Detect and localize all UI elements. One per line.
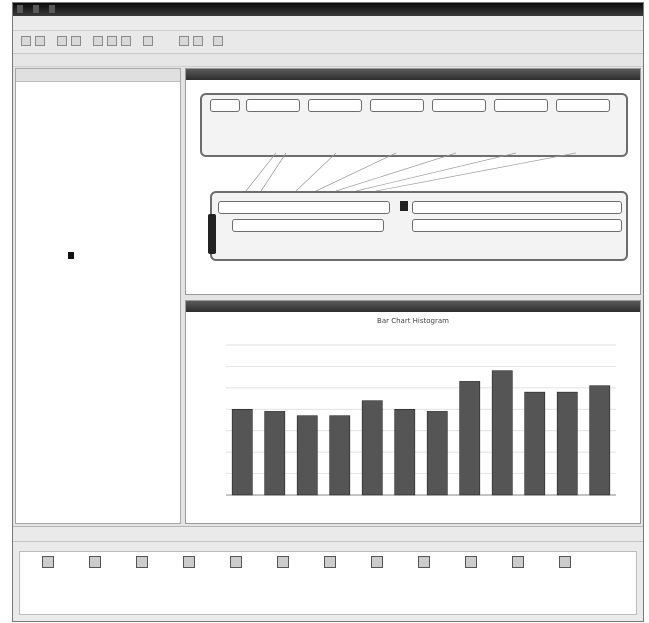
chart-panel: Bar Chart Histogram: [185, 300, 641, 524]
tool-button[interactable]: [402, 556, 446, 574]
window-title-1: [17, 5, 23, 13]
bar[interactable]: [296, 415, 318, 496]
open-icon[interactable]: [35, 36, 45, 46]
calc-icon: [465, 556, 477, 568]
bar[interactable]: [556, 391, 578, 496]
loop-icon: [559, 556, 571, 568]
tool-button[interactable]: [167, 556, 211, 574]
link-icon: [400, 201, 408, 211]
bottom-tab[interactable]: [391, 529, 399, 539]
top-group[interactable]: [200, 93, 628, 157]
top-field[interactable]: [370, 99, 424, 112]
bottom-tab[interactable]: [453, 529, 461, 539]
chart-panel-header: [186, 301, 640, 312]
top-subfield: [308, 125, 360, 136]
top-group-handle[interactable]: [210, 99, 240, 112]
zoom-icon[interactable]: [213, 36, 223, 46]
group-marker: [208, 214, 216, 254]
window-title-3: [49, 5, 55, 13]
top-subfield: [370, 125, 422, 136]
report-icon: [512, 556, 524, 568]
bar[interactable]: [491, 370, 513, 496]
bottom-tab[interactable]: [267, 529, 275, 539]
bottom-tabs: [13, 527, 643, 542]
bottom-field[interactable]: [412, 219, 622, 232]
top-field[interactable]: [246, 99, 300, 112]
bottom-tab[interactable]: [19, 529, 27, 539]
cut-icon[interactable]: [93, 36, 103, 46]
save-icon[interactable]: [57, 36, 67, 46]
bottom-tab[interactable]: [515, 529, 523, 539]
tool-button[interactable]: [120, 556, 164, 574]
grid-icon: [89, 556, 101, 568]
tool-palette: [19, 551, 637, 615]
bottom-field[interactable]: [412, 201, 622, 214]
bottom-group[interactable]: [210, 191, 628, 261]
redo-icon[interactable]: [193, 36, 203, 46]
tool-button[interactable]: [26, 556, 70, 574]
undo-icon[interactable]: [179, 36, 189, 46]
top-field[interactable]: [494, 99, 548, 112]
bottom-tab[interactable]: [143, 529, 151, 539]
menu-bar[interactable]: [13, 16, 643, 31]
tool-button[interactable]: [449, 556, 493, 574]
top-field[interactable]: [556, 99, 610, 112]
chart-icon: [136, 556, 148, 568]
tool-button[interactable]: [73, 556, 117, 574]
arrows-icon: [324, 556, 336, 568]
bar[interactable]: [329, 415, 351, 496]
top-subfield: [494, 125, 546, 136]
image-icon: [183, 556, 195, 568]
bottom-field[interactable]: [218, 201, 390, 214]
funnel-icon: [277, 556, 289, 568]
tool-button[interactable]: [308, 556, 352, 574]
bar[interactable]: [459, 381, 481, 496]
tool-button[interactable]: [496, 556, 540, 574]
application-window: Bar Chart Histogram: [12, 2, 644, 622]
window-title-2: [33, 5, 39, 13]
chart-title: Bar Chart Histogram: [377, 317, 449, 325]
bottom-tab[interactable]: [205, 529, 213, 539]
bottom-tab[interactable]: [329, 529, 337, 539]
main-toolbar: [13, 31, 643, 54]
run-icon[interactable]: [143, 36, 153, 46]
frame-icon: [230, 556, 242, 568]
bar-chart: [226, 344, 616, 496]
tree-selected-node[interactable]: [68, 252, 74, 259]
top-subfield: [246, 125, 298, 136]
print-icon[interactable]: [71, 36, 81, 46]
bottom-tab[interactable]: [81, 529, 89, 539]
top-field[interactable]: [308, 99, 362, 112]
diagram-panel-header: [186, 69, 640, 80]
title-bar: [13, 3, 643, 16]
bar[interactable]: [426, 411, 448, 496]
bar[interactable]: [394, 408, 416, 496]
tool-button[interactable]: [543, 556, 587, 574]
new-icon[interactable]: [21, 36, 31, 46]
paste-icon[interactable]: [121, 36, 131, 46]
bar[interactable]: [589, 385, 611, 496]
bottom-field[interactable]: [232, 219, 384, 232]
tool-button[interactable]: [355, 556, 399, 574]
tree-header: [16, 69, 180, 82]
bottom-tab[interactable]: [577, 529, 585, 539]
bar[interactable]: [264, 411, 286, 496]
bar[interactable]: [361, 400, 383, 496]
diagram-panel: [185, 68, 641, 295]
project-tree[interactable]: [15, 68, 181, 524]
tool-button[interactable]: [261, 556, 305, 574]
join-icon: [371, 556, 383, 568]
copy-icon[interactable]: [107, 36, 117, 46]
top-field[interactable]: [432, 99, 486, 112]
top-subfield: [556, 125, 608, 136]
bottom-panel: [13, 526, 643, 621]
table-icon: [42, 556, 54, 568]
sigma-icon: [418, 556, 430, 568]
tool-button[interactable]: [214, 556, 258, 574]
top-subfield: [432, 125, 484, 136]
bar[interactable]: [231, 408, 253, 496]
bar[interactable]: [524, 391, 546, 496]
